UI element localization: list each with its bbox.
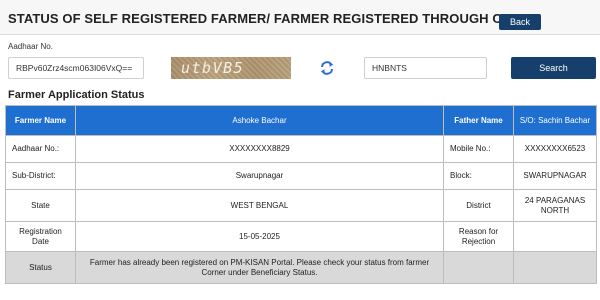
row-value: XXXXXXXX8829 xyxy=(75,135,444,163)
father-name-label: Father Name xyxy=(443,105,514,136)
status-empty-cell xyxy=(443,251,514,284)
table-row: Registration Date 15-05-2025 Reason for … xyxy=(5,221,597,252)
farmer-name-value: Ashoke Bachar xyxy=(75,105,444,136)
row-label: State xyxy=(5,189,76,222)
row-label: District xyxy=(443,189,514,222)
refresh-icon[interactable] xyxy=(319,60,335,76)
row-value xyxy=(513,221,597,252)
farmer-name-label: Farmer Name xyxy=(5,105,76,136)
status-label: Status xyxy=(5,251,76,284)
row-value: SWARUPNAGAR xyxy=(513,162,597,190)
captcha-image: utbVB5 xyxy=(171,57,291,79)
status-empty-cell xyxy=(513,251,597,284)
page-title: STATUS OF SELF REGISTERED FARMER/ FARMER… xyxy=(8,11,521,26)
row-value: 24 PARAGANAS NORTH xyxy=(513,189,597,222)
table-row: Aadhaar No.: XXXXXXXX8829 Mobile No.: XX… xyxy=(5,135,597,163)
captcha-text: utbVB5 xyxy=(181,59,245,77)
table-header-row: Farmer Name Ashoke Bachar Father Name S/… xyxy=(5,105,597,136)
table-row: Sub-District: Swarupnagar Block: SWARUPN… xyxy=(5,162,597,190)
farmer-status-table: Farmer Name Ashoke Bachar Father Name S/… xyxy=(5,105,597,284)
row-value: 15-05-2025 xyxy=(75,221,444,252)
aadhaar-label: Aadhaar No. xyxy=(8,42,53,51)
table-row: State WEST BENGAL District 24 PARAGANAS … xyxy=(5,189,597,222)
row-value: XXXXXXXX6523 xyxy=(513,135,597,163)
father-name-value: S/O: Sachin Bachar xyxy=(513,105,597,136)
row-label: Mobile No.: xyxy=(443,135,514,163)
row-label: Registration Date xyxy=(5,221,76,252)
section-title: Farmer Application Status xyxy=(8,89,145,101)
row-value: WEST BENGAL xyxy=(75,189,444,222)
row-label: Reason for Rejection xyxy=(443,221,514,252)
back-button[interactable]: Back xyxy=(499,14,541,30)
search-button[interactable]: Search xyxy=(511,57,596,79)
captcha-input[interactable] xyxy=(364,57,487,79)
status-message: Farmer has already been registered on PM… xyxy=(75,251,444,284)
row-label: Block: xyxy=(443,162,514,190)
header-bar: STATUS OF SELF REGISTERED FARMER/ FARMER… xyxy=(0,0,600,35)
status-row: Status Farmer has already been registere… xyxy=(5,251,597,284)
aadhaar-input[interactable] xyxy=(8,57,144,79)
row-label: Aadhaar No.: xyxy=(5,135,76,163)
row-label: Sub-District: xyxy=(5,162,76,190)
row-value: Swarupnagar xyxy=(75,162,444,190)
